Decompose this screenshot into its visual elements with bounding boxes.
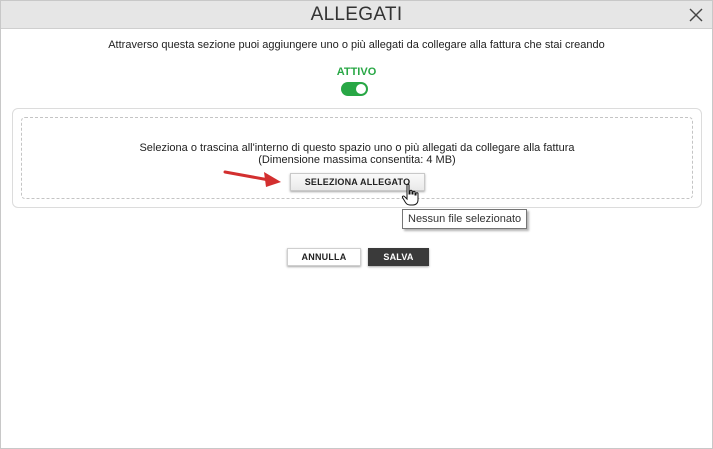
save-button[interactable]: SALVA [368, 248, 429, 266]
red-arrow-icon [223, 170, 281, 187]
hand-pointer-icon [401, 183, 419, 206]
intro-text: Attraverso questa sezione puoi aggiunger… [108, 39, 605, 51]
toggle-knob [356, 84, 366, 94]
active-toggle[interactable] [341, 82, 368, 96]
cancel-button[interactable]: ANNULLA [287, 248, 361, 266]
attachments-dialog: ALLEGATI Attraverso questa sezione puoi … [0, 0, 713, 449]
close-icon [689, 8, 703, 22]
toggle-label: ATTIVO [336, 66, 377, 78]
file-tooltip: Nessun file selezionato [402, 209, 528, 229]
close-button[interactable] [686, 5, 706, 25]
dropzone-instructions: Seleziona o trascina all'interno di ques… [139, 142, 575, 154]
upload-panel: Seleziona o trascina all'interno di ques… [12, 108, 702, 208]
dropzone-size-limit: (Dimensione massima consentita: 4 MB) [258, 154, 456, 166]
dialog-titlebar: ALLEGATI [1, 1, 712, 29]
dialog-title: ALLEGATI [310, 4, 403, 25]
dropzone-text: Seleziona o trascina all'interno di ques… [22, 142, 692, 166]
